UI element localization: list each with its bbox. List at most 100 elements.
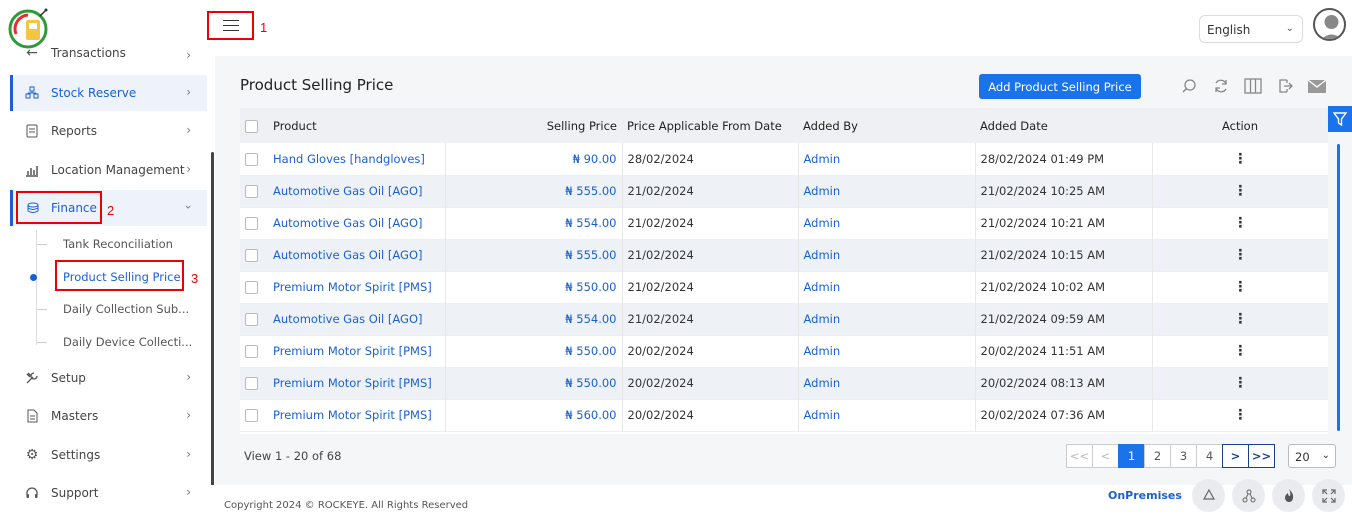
language-select[interactable]: English ⌄ [1199, 15, 1303, 43]
sidebar-item-setup[interactable]: Setup › [10, 360, 207, 396]
row-action-menu-icon[interactable]: ⋮ [1152, 271, 1328, 303]
product-cell[interactable]: Premium Motor Spirit [PMS] [268, 367, 446, 399]
row-checkbox[interactable] [245, 185, 258, 198]
add-product-selling-price-button[interactable]: Add Product Selling Price [979, 74, 1141, 99]
submenu-daily-collection[interactable]: Daily Collection Sub... [63, 302, 189, 316]
row-select-cell [240, 303, 268, 335]
product-cell[interactable]: Automotive Gas Oil [AGO] [268, 303, 446, 335]
search-icon[interactable] [1178, 76, 1200, 96]
language-value: English [1207, 23, 1251, 37]
sidebar-item-masters[interactable]: Masters › [10, 398, 207, 434]
selling-price-cell: ₦ 560.00 [445, 399, 623, 431]
row-action-menu-icon[interactable]: ⋮ [1152, 367, 1328, 399]
page-size-select[interactable]: 20 ⌄ [1288, 444, 1336, 468]
row-action-menu-icon[interactable]: ⋮ [1152, 143, 1328, 175]
product-cell[interactable]: Premium Motor Spirit [PMS] [268, 271, 446, 303]
row-action-menu-icon[interactable]: ⋮ [1152, 335, 1328, 367]
page-size-value: 20 [1295, 450, 1310, 464]
select-all-checkbox[interactable] [245, 119, 258, 133]
table-row[interactable]: Premium Motor Spirit [PMS] ₦ 550.00 20/02/… [240, 367, 1328, 399]
table-row[interactable]: Automotive Gas Oil [AGO] ₦ 555.00 21/02/20… [240, 175, 1328, 207]
page-title: Product Selling Price [240, 76, 394, 94]
added-by-cell[interactable]: Admin [798, 143, 976, 175]
chevron-down-icon: › [181, 204, 196, 210]
product-cell[interactable]: Hand Gloves [handgloves] [268, 143, 446, 175]
added-by-cell[interactable]: Admin [798, 335, 976, 367]
sidebar-item-support[interactable]: Support › [10, 475, 207, 511]
sidebar-item-settings[interactable]: ⚙ Settings › [10, 437, 207, 473]
menu-toggle-button[interactable] [207, 11, 254, 40]
row-checkbox[interactable] [245, 217, 258, 230]
row-action-menu-icon[interactable]: ⋮ [1152, 175, 1328, 207]
table-row[interactable]: Automotive Gas Oil [AGO] ₦ 554.00 21/02/20… [240, 303, 1328, 335]
sidebar-item-reports[interactable]: Reports › [10, 113, 207, 149]
table-row[interactable]: Hand Gloves [handgloves] ₦ 90.00 28/02/202… [240, 143, 1328, 175]
added-by-cell[interactable]: Admin [798, 399, 976, 431]
row-checkbox[interactable] [245, 152, 258, 166]
prev-page-button[interactable]: < [1092, 444, 1119, 468]
page-button-2[interactable]: 2 [1144, 444, 1171, 468]
row-action-menu-icon[interactable]: ⋮ [1152, 303, 1328, 335]
fire-icon[interactable] [1272, 479, 1305, 512]
row-action-menu-icon[interactable]: ⋮ [1152, 239, 1328, 271]
mail-icon[interactable] [1305, 76, 1329, 96]
added-by-cell[interactable]: Admin [798, 207, 976, 239]
sidebar-item-location-management[interactable]: Location Management › [10, 152, 207, 188]
stock-icon [24, 85, 40, 101]
product-cell[interactable]: Automotive Gas Oil [AGO] [268, 207, 446, 239]
submenu-line [36, 230, 37, 345]
product-cell[interactable]: Automotive Gas Oil [AGO] [268, 239, 446, 271]
added-by-cell[interactable]: Admin [798, 303, 976, 335]
fullscreen-icon[interactable] [1312, 479, 1345, 512]
filter-button[interactable] [1328, 106, 1352, 132]
column-header-selling-price[interactable]: Selling Price [445, 108, 622, 143]
product-cell[interactable]: Premium Motor Spirit [PMS] [268, 335, 446, 367]
row-checkbox[interactable] [245, 409, 258, 422]
page-button-1[interactable]: 1 [1118, 444, 1145, 468]
sidebar-scrollbar[interactable] [211, 152, 214, 525]
table-row[interactable]: Premium Motor Spirit [PMS] ₦ 550.00 20/02/… [240, 335, 1328, 367]
network-icon[interactable] [1232, 479, 1265, 512]
row-checkbox[interactable] [245, 249, 258, 262]
column-header-added-by[interactable]: Added By [798, 108, 975, 143]
last-page-button[interactable]: >> [1248, 444, 1275, 468]
product-cell[interactable]: Automotive Gas Oil [AGO] [268, 175, 446, 207]
applicable-date-cell: 21/02/2024 [622, 207, 799, 239]
user-avatar[interactable] [1313, 8, 1346, 41]
column-header-added-date[interactable]: Added Date [975, 108, 1152, 143]
column-header-product[interactable]: Product [268, 108, 445, 143]
page-button-4[interactable]: 4 [1196, 444, 1223, 468]
table-row[interactable]: Premium Motor Spirit [PMS] ₦ 550.00 21/02/… [240, 271, 1328, 303]
refresh-icon[interactable] [1210, 76, 1232, 96]
select-all-cell [240, 108, 268, 143]
row-action-menu-icon[interactable]: ⋮ [1152, 399, 1328, 431]
table-scrollbar[interactable] [1337, 144, 1340, 431]
submenu-tick [37, 309, 47, 310]
added-by-cell[interactable]: Admin [798, 239, 976, 271]
sidebar-item-transactions[interactable]: ← Transactions › [10, 38, 207, 68]
column-header-price-applicable-from[interactable]: Price Applicable From Date [622, 108, 798, 143]
table-row[interactable]: Automotive Gas Oil [AGO] ₦ 555.00 21/02/20… [240, 239, 1328, 271]
columns-icon[interactable] [1242, 76, 1264, 96]
first-page-button[interactable]: << [1066, 444, 1093, 468]
row-checkbox[interactable] [245, 345, 258, 358]
submenu-tank-reconciliation[interactable]: Tank Reconciliation [63, 237, 173, 251]
export-icon[interactable] [1274, 76, 1296, 96]
table-row[interactable]: Automotive Gas Oil [AGO] ₦ 554.00 21/02/20… [240, 207, 1328, 239]
copyright-text: Copyright 2024 © ROCKEYE. All Rights Res… [224, 500, 469, 511]
page-button-3[interactable]: 3 [1170, 444, 1197, 468]
recycle-icon[interactable] [1192, 479, 1225, 512]
row-select-cell [240, 207, 268, 239]
row-action-menu-icon[interactable]: ⋮ [1152, 207, 1328, 239]
table-row[interactable]: Premium Motor Spirit [PMS] ₦ 560.00 20/02/… [240, 399, 1328, 431]
row-checkbox[interactable] [245, 313, 258, 326]
row-checkbox[interactable] [245, 281, 258, 294]
added-by-cell[interactable]: Admin [798, 271, 976, 303]
sidebar-item-stock-reserve[interactable]: Stock Reserve › [10, 75, 207, 111]
submenu-daily-device-collection[interactable]: Daily Device Collecti... [63, 335, 192, 349]
product-cell[interactable]: Premium Motor Spirit [PMS] [268, 399, 446, 431]
added-by-cell[interactable]: Admin [798, 175, 976, 207]
added-by-cell[interactable]: Admin [798, 367, 976, 399]
row-checkbox[interactable] [245, 377, 258, 390]
next-page-button[interactable]: > [1222, 444, 1249, 468]
